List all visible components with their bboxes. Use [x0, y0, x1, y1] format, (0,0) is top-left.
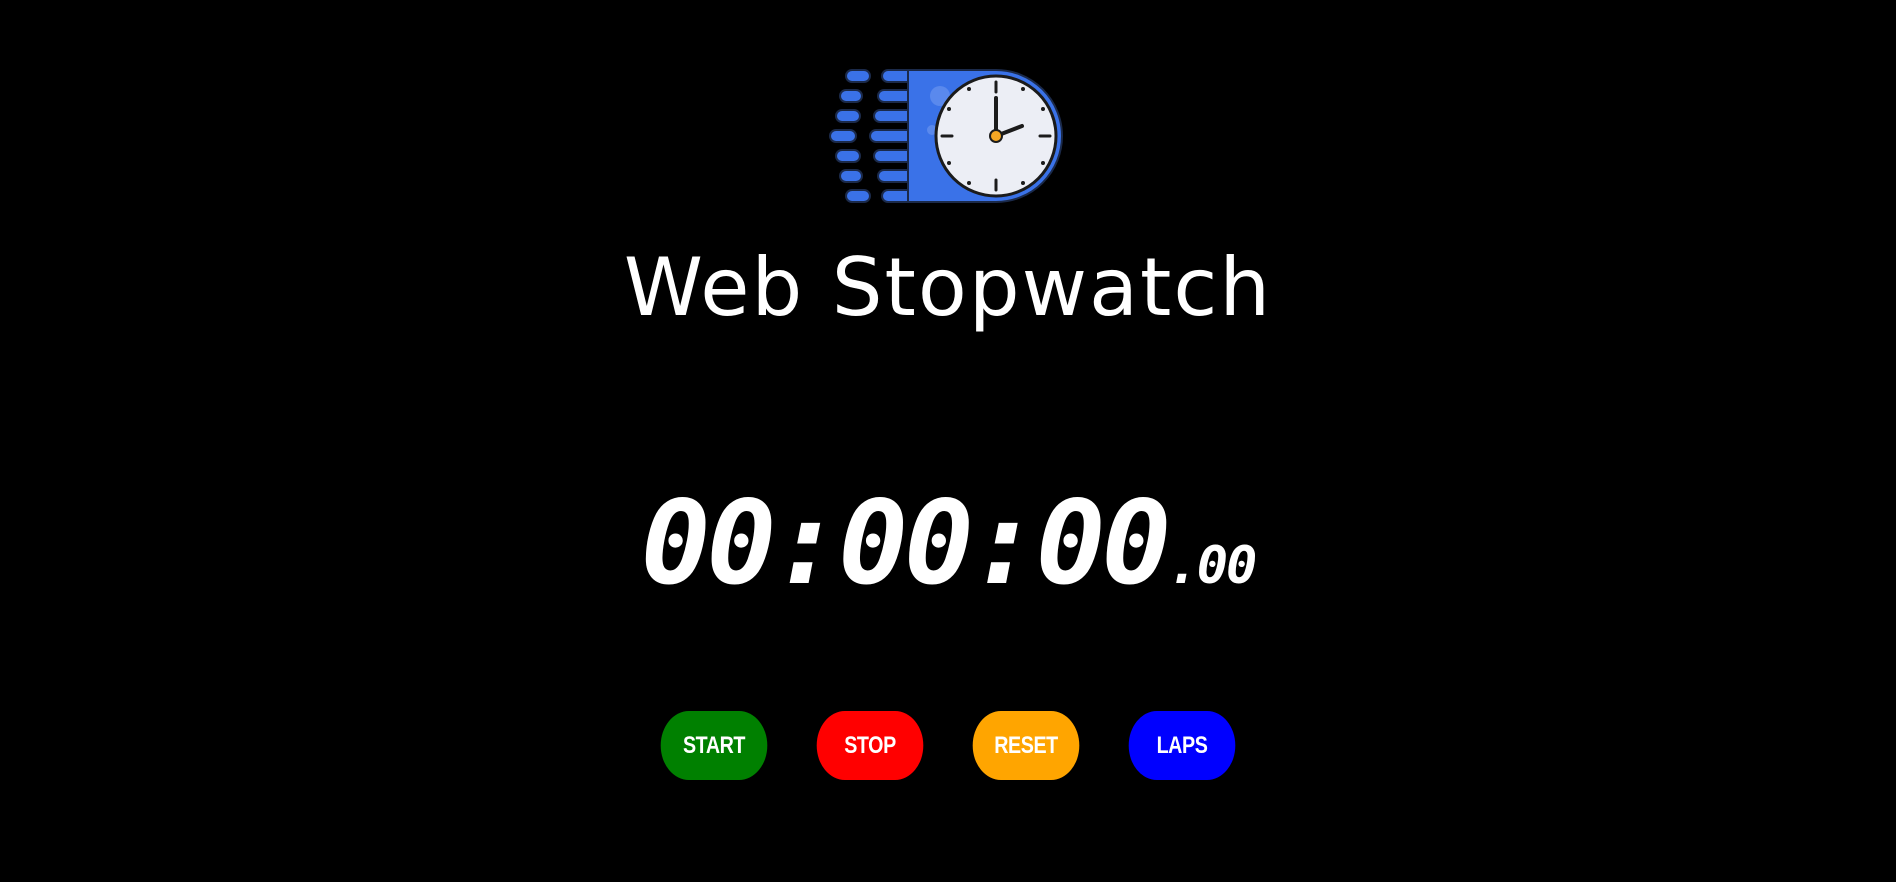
controls: START STOP RESET LAPS — [0, 711, 1896, 780]
reset-button[interactable]: RESET — [972, 711, 1080, 780]
timer-milliseconds: .00 — [1167, 536, 1257, 596]
page-title: Web Stopwatch — [623, 241, 1273, 334]
laps-button[interactable]: LAPS — [1128, 711, 1236, 780]
timer-main: 00:00:00 — [640, 476, 1172, 611]
timer-display: 00:00:00.00 — [0, 484, 1896, 604]
stopwatch-clock-icon — [828, 66, 1068, 210]
start-button[interactable]: START — [660, 711, 768, 780]
stop-button[interactable]: STOP — [816, 711, 924, 780]
